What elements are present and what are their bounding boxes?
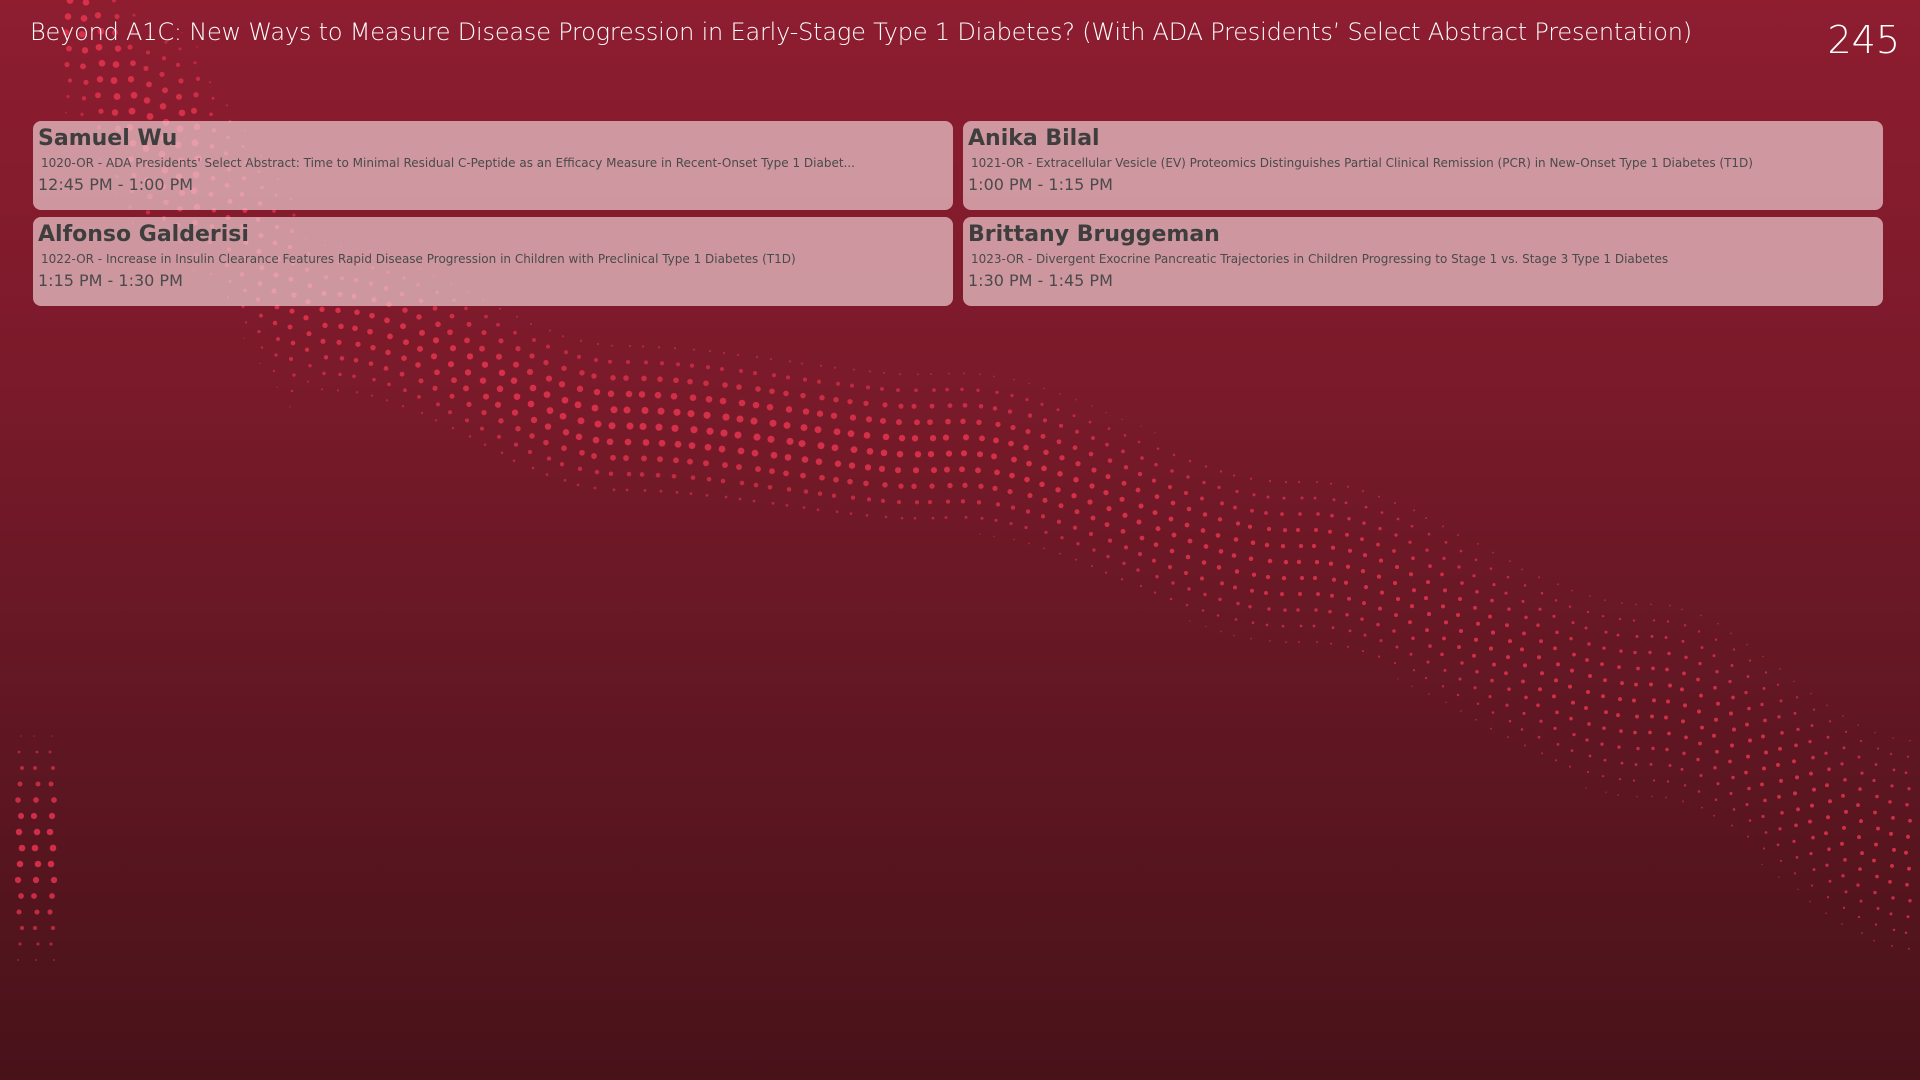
session-card[interactable]: Alfonso Galderisi 1022-OR - Increase in … (33, 217, 953, 306)
room-number: 245 (1827, 18, 1900, 62)
session-grid: Samuel Wu 1020-OR - ADA Presidents' Sele… (33, 121, 1884, 306)
session-card[interactable]: Brittany Bruggeman 1023-OR - Divergent E… (963, 217, 1883, 306)
session-card[interactable]: Samuel Wu 1020-OR - ADA Presidents' Sele… (33, 121, 953, 210)
session-title: Beyond A1C: New Ways to Measure Disease … (30, 18, 1692, 46)
time-slot: 1:30 PM - 1:45 PM (968, 271, 1113, 290)
abstract-title: 1021-OR - Extracellular Vesicle (EV) Pro… (971, 156, 1753, 170)
speaker-name: Samuel Wu (38, 126, 178, 151)
abstract-title: 1023-OR - Divergent Exocrine Pancreatic … (971, 252, 1669, 266)
time-slot: 1:15 PM - 1:30 PM (38, 271, 183, 290)
speaker-name: Brittany Bruggeman (968, 222, 1220, 247)
speaker-name: Anika Bilal (968, 126, 1100, 151)
speaker-name: Alfonso Galderisi (38, 222, 249, 247)
session-card[interactable]: Anika Bilal 1021-OR - Extracellular Vesi… (963, 121, 1883, 210)
abstract-title: 1022-OR - Increase in Insulin Clearance … (41, 252, 796, 266)
abstract-title: 1020-OR - ADA Presidents' Select Abstrac… (41, 156, 855, 170)
time-slot: 12:45 PM - 1:00 PM (38, 175, 194, 194)
time-slot: 1:00 PM - 1:15 PM (968, 175, 1113, 194)
header-bar: Beyond A1C: New Ways to Measure Disease … (0, 0, 1920, 80)
